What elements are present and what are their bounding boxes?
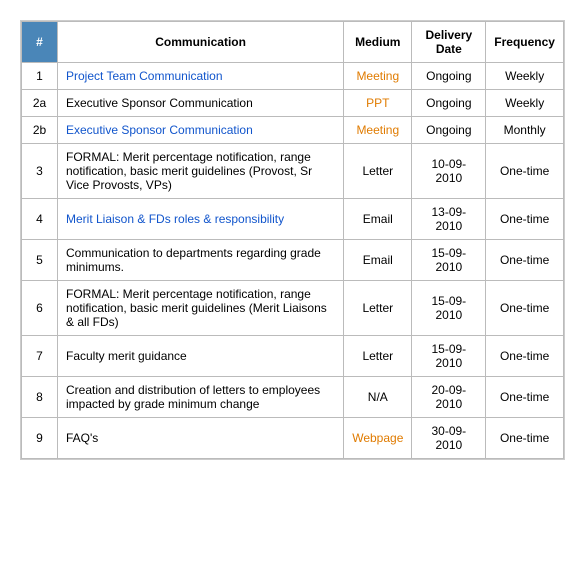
table-row-num: 3 [22,144,58,199]
table-row-frequency: Monthly [486,117,564,144]
table-row-medium: Email [344,240,412,281]
table-row-frequency: One-time [486,418,564,459]
table-row-num: 9 [22,418,58,459]
table-row-communication: Communication to departments regarding g… [58,240,344,281]
table-row-num: 2a [22,90,58,117]
col-header-delivery-date: Delivery Date [412,22,486,63]
table-row-medium: Letter [344,281,412,336]
table-row-frequency: One-time [486,240,564,281]
table-row-communication: Executive Sponsor Communication [58,117,344,144]
table-row-num: 4 [22,199,58,240]
table-row-communication: FAQ's [58,418,344,459]
table-row-medium: PPT [344,90,412,117]
table-row-date: 10-09-2010 [412,144,486,199]
table-row-date: Ongoing [412,117,486,144]
table-row-date: Ongoing [412,63,486,90]
col-header-communication: Communication [58,22,344,63]
table-row-medium: Meeting [344,63,412,90]
table-row-num: 6 [22,281,58,336]
table-row-num: 8 [22,377,58,418]
table-row-medium: N/A [344,377,412,418]
table-row-frequency: One-time [486,144,564,199]
table-row-date: 15-09-2010 [412,281,486,336]
table-row-medium: Webpage [344,418,412,459]
communication-table: # Communication Medium Delivery Date Fre… [20,20,565,460]
table-row-frequency: Weekly [486,63,564,90]
table-row-frequency: One-time [486,281,564,336]
table-row-medium: Email [344,199,412,240]
table-row-date: Ongoing [412,90,486,117]
table-row-communication: Project Team Communication [58,63,344,90]
table-row-frequency: One-time [486,336,564,377]
table-row-num: 1 [22,63,58,90]
table-row-communication: FORMAL: Merit percentage notification, r… [58,281,344,336]
table-row-frequency: One-time [486,199,564,240]
table-row-num: 2b [22,117,58,144]
table-row-frequency: Weekly [486,90,564,117]
table-row-num: 5 [22,240,58,281]
table-row-communication: Faculty merit guidance [58,336,344,377]
table-row-medium: Letter [344,336,412,377]
col-header-frequency: Frequency [486,22,564,63]
communication-link[interactable]: Merit Liaison & FDs roles & responsibili… [66,212,284,226]
table-row-date: 15-09-2010 [412,240,486,281]
table-row-communication: Executive Sponsor Communication [58,90,344,117]
communication-link[interactable]: Executive Sponsor Communication [66,123,253,137]
table-row-date: 13-09-2010 [412,199,486,240]
table-row-date: 20-09-2010 [412,377,486,418]
table-row-num: 7 [22,336,58,377]
table-row-frequency: One-time [486,377,564,418]
col-header-medium: Medium [344,22,412,63]
table-row-medium: Letter [344,144,412,199]
table-row-date: 15-09-2010 [412,336,486,377]
table-row-communication: Creation and distribution of letters to … [58,377,344,418]
table-row-date: 30-09-2010 [412,418,486,459]
table-row-communication: Merit Liaison & FDs roles & responsibili… [58,199,344,240]
table-row-communication: FORMAL: Merit percentage notification, r… [58,144,344,199]
table-row-medium: Meeting [344,117,412,144]
col-header-num: # [22,22,58,63]
communication-link[interactable]: Project Team Communication [66,69,223,83]
